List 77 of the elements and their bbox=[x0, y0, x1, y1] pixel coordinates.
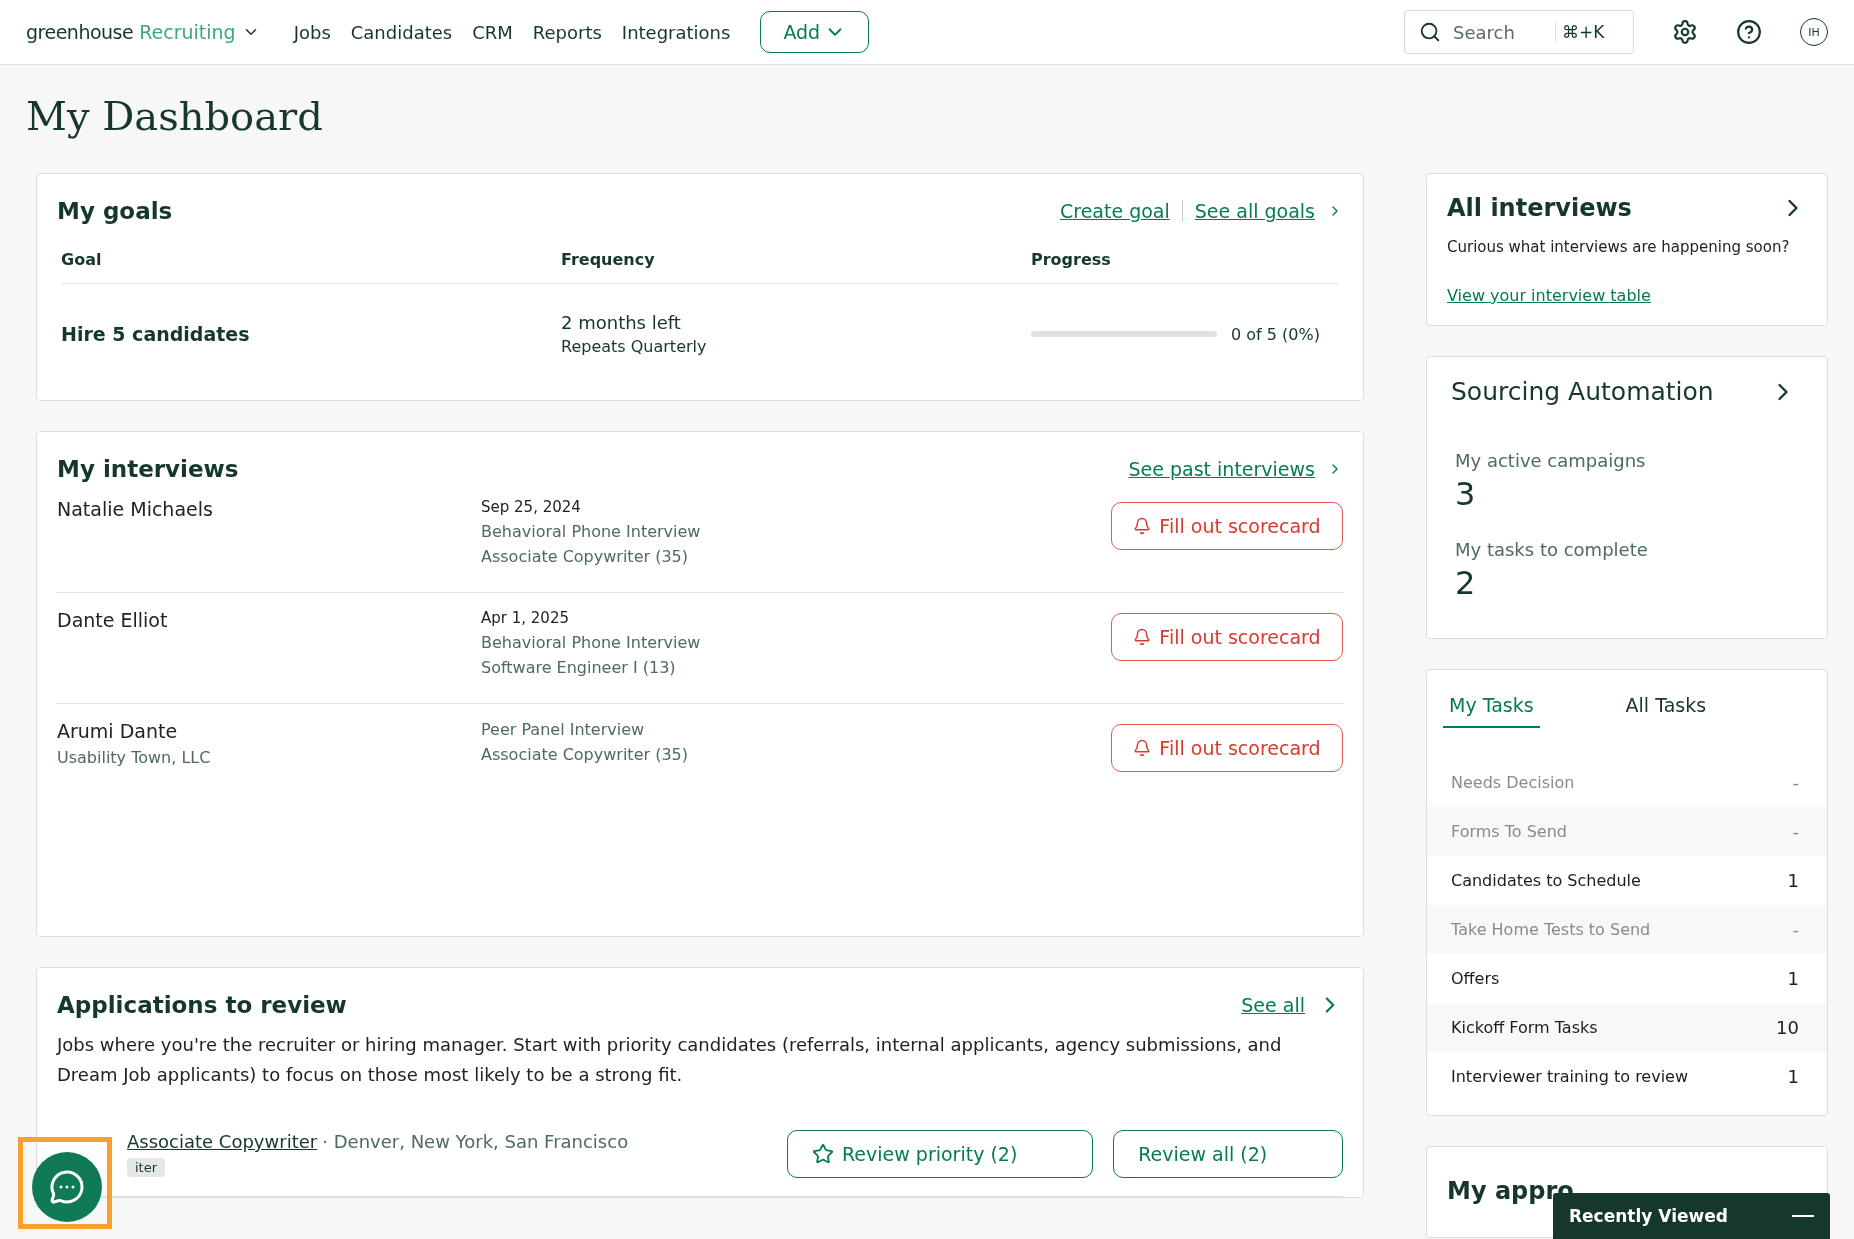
task-count: - bbox=[1792, 772, 1799, 793]
search-icon bbox=[1419, 21, 1441, 43]
nav-link[interactable]: Integrations bbox=[621, 21, 731, 43]
scorecard-button[interactable]: Fill out scorecard bbox=[1111, 502, 1343, 550]
candidate-name[interactable]: Natalie Michaels bbox=[57, 498, 481, 520]
settings-icon[interactable] bbox=[1672, 19, 1698, 45]
card-text: Curious what interviews are happening soon? bbox=[1447, 238, 1791, 256]
review-button[interactable]: Review all (2) bbox=[1113, 1130, 1343, 1178]
column-header: Frequency bbox=[561, 224, 1031, 284]
goal-name: Hire 5 candidates bbox=[61, 323, 251, 345]
progress-reading: 0 of 5 (0%) bbox=[1231, 324, 1320, 344]
task-label[interactable]: Candidates to Schedule bbox=[1451, 871, 1641, 890]
page-title: My Dashboard bbox=[26, 93, 324, 139]
nav-link[interactable]: CRM bbox=[472, 21, 513, 43]
card-link[interactable]: See all goals bbox=[1194, 200, 1315, 222]
task-count: 1 bbox=[1787, 968, 1799, 989]
interview-detail: Associate Copywriter (35) bbox=[481, 547, 689, 566]
star-icon bbox=[812, 1143, 834, 1165]
stat-value: 3 bbox=[1455, 475, 1477, 513]
task-count: - bbox=[1792, 919, 1799, 940]
task-count: 10 bbox=[1776, 1017, 1799, 1038]
column-header: Goal bbox=[61, 224, 561, 284]
product-name: Recruiting bbox=[139, 21, 236, 43]
nav-link[interactable]: Candidates bbox=[350, 21, 453, 43]
scorecard-button[interactable]: Fill out scorecard bbox=[1111, 613, 1343, 661]
stat-label: My active campaigns bbox=[1455, 450, 1647, 471]
interview-date: Apr 1, 2025 bbox=[481, 609, 570, 627]
chat-icon bbox=[49, 1169, 85, 1205]
help-icon[interactable] bbox=[1736, 19, 1762, 45]
tasks-tab[interactable]: My Tasks bbox=[1443, 690, 1540, 728]
bell-icon bbox=[1133, 628, 1152, 646]
candidate-name[interactable]: Dante Elliot bbox=[57, 609, 481, 631]
candidate-name[interactable]: Arumi Dante bbox=[57, 720, 481, 742]
card-link[interactable]: See all bbox=[1241, 994, 1305, 1016]
stat-value: 2 bbox=[1455, 564, 1477, 602]
logo-wordmark: greenhouse bbox=[26, 21, 134, 43]
recently-viewed-panel[interactable]: Recently Viewed bbox=[1553, 1193, 1830, 1239]
bell-icon bbox=[1133, 739, 1152, 757]
card-title: My interviews bbox=[57, 456, 239, 482]
shortcut-hint: ⌘+K bbox=[1555, 22, 1605, 42]
scorecard-button[interactable]: Fill out scorecard bbox=[1111, 724, 1343, 772]
card-link[interactable]: See past interviews bbox=[1128, 458, 1315, 480]
task-label[interactable]: Interviewer training to review bbox=[1451, 1067, 1689, 1086]
card-link[interactable]: Create goal bbox=[1060, 200, 1170, 222]
tasks-tab[interactable]: All Tasks bbox=[1619, 690, 1713, 728]
card-title: My goals bbox=[57, 198, 173, 224]
job-link[interactable]: Associate Copywriter bbox=[127, 1131, 318, 1152]
card-title: Applications to review bbox=[57, 992, 347, 1018]
company-name: Usability Town, LLC bbox=[57, 748, 212, 767]
column-header: Progress bbox=[1031, 224, 1339, 284]
interview-detail: Behavioral Phone Interview bbox=[481, 522, 702, 541]
repeat-text: Repeats Quarterly bbox=[561, 337, 708, 356]
add-button[interactable]: Add bbox=[760, 11, 870, 53]
nav-link[interactable]: Jobs bbox=[293, 21, 331, 43]
task-count: - bbox=[1792, 821, 1799, 842]
review-button[interactable]: Review priority (2) bbox=[787, 1130, 1094, 1178]
task-label[interactable]: Offers bbox=[1451, 969, 1500, 988]
card-title: All interviews bbox=[1447, 194, 1632, 222]
job-locations: · Denver, New York, San Francisco bbox=[322, 1131, 629, 1152]
interview-detail: Behavioral Phone Interview bbox=[481, 633, 702, 652]
interview-detail: Peer Panel Interview bbox=[481, 720, 646, 739]
section-description: Jobs where you're the recruiter or hiring manager. Start with priority candidates (referrals, internal applicants, agency submissions, and Dream Job applicants) to focus on those most likely to be a strong fit. bbox=[57, 1033, 1283, 1087]
task-label[interactable]: Kickoff Form Tasks bbox=[1451, 1018, 1598, 1037]
card-link[interactable]: View your interview table bbox=[1447, 286, 1651, 305]
time-left: 2 months left bbox=[561, 312, 682, 333]
interview-date: Sep 25, 2024 bbox=[481, 498, 582, 516]
interview-detail: Software Engineer I (13) bbox=[481, 658, 677, 677]
nav-link[interactable]: Reports bbox=[532, 21, 602, 43]
task-count: 1 bbox=[1787, 870, 1799, 891]
app-logo[interactable]: greenhouse Recruiting bbox=[26, 21, 260, 43]
card-title: Sourcing Automation bbox=[1451, 377, 1714, 406]
task-count: 1 bbox=[1787, 1066, 1799, 1087]
bell-icon bbox=[1133, 517, 1152, 535]
panel-title: Recently Viewed bbox=[1569, 1206, 1728, 1226]
role-tag: iter bbox=[127, 1158, 166, 1177]
interview-detail: Associate Copywriter (35) bbox=[481, 745, 689, 764]
stat-label: My tasks to complete bbox=[1455, 539, 1649, 560]
